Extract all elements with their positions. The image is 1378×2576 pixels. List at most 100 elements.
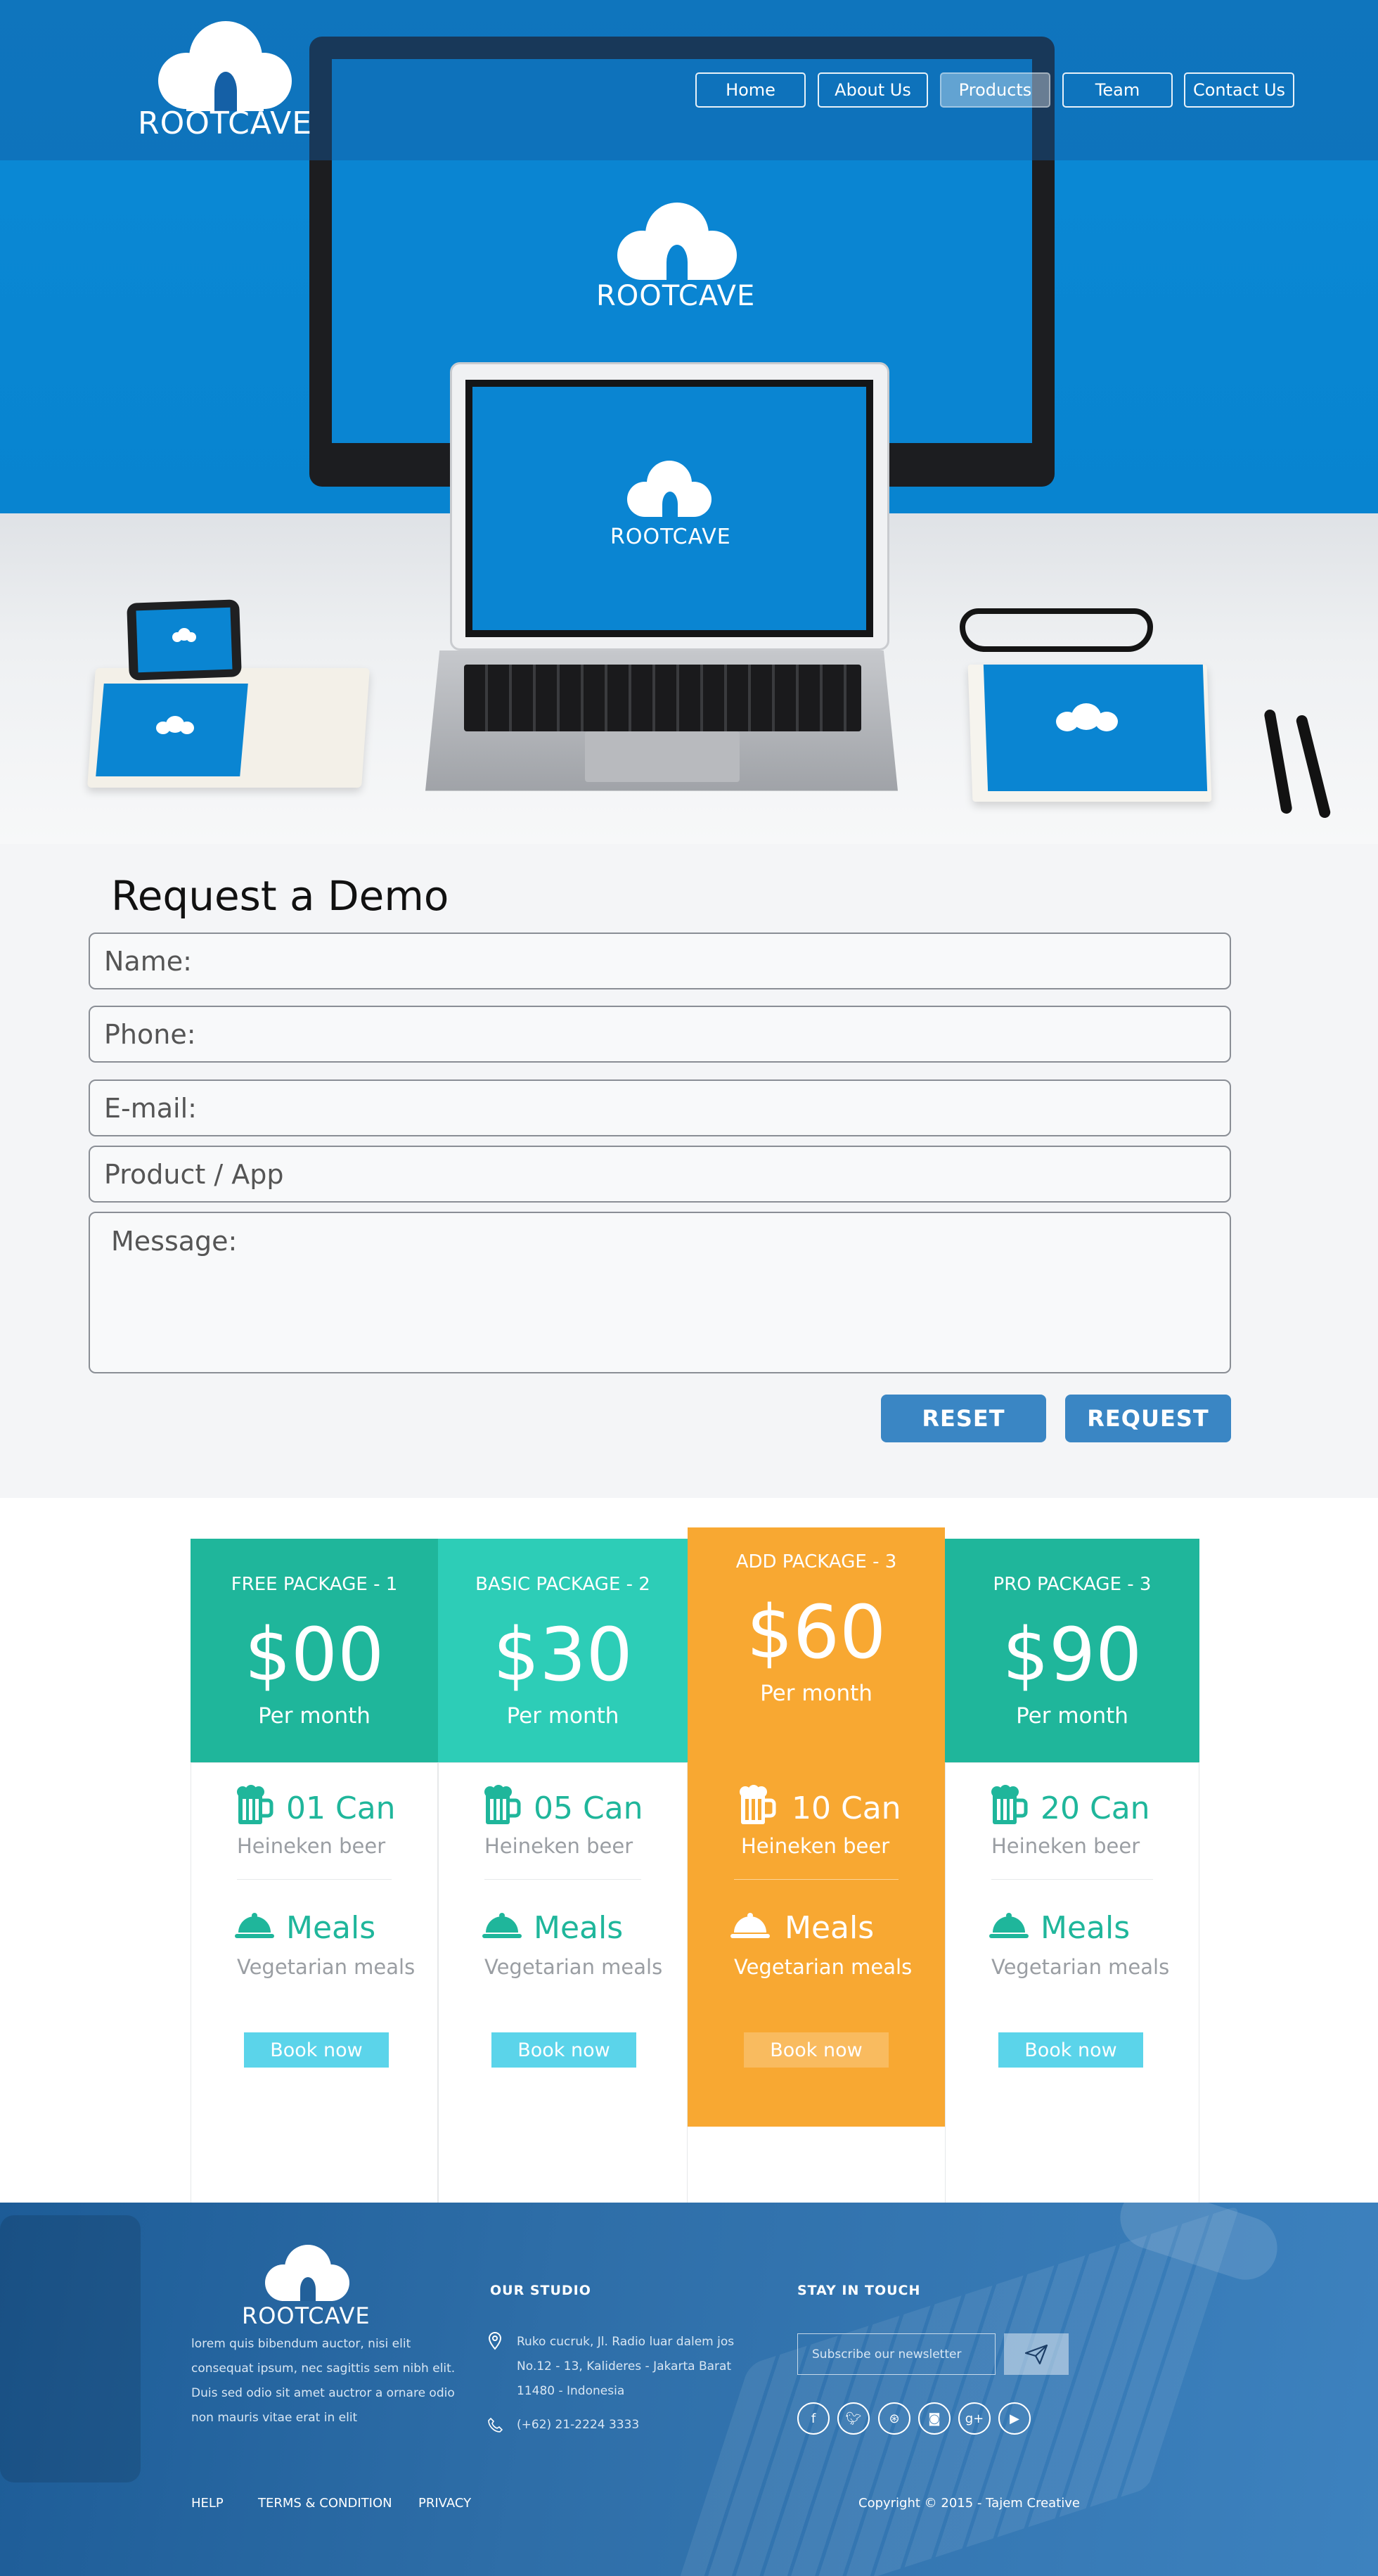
meals-label: Meals: [785, 1910, 875, 1946]
package-price: $90: [1002, 1612, 1142, 1698]
package-title: PRO PACKAGE - 3: [993, 1574, 1152, 1595]
google-plus-icon[interactable]: g+: [958, 2402, 991, 2435]
package-title: ADD PACKAGE - 3: [735, 1551, 897, 1572]
about-line: lorem quis bibendum auctor, nisi elit: [191, 2337, 411, 2351]
phone-field[interactable]: Phone:: [89, 1006, 1231, 1063]
beer-count: 01 Can: [286, 1790, 396, 1826]
pricing-header: BASIC PACKAGE - 2 $30 Per month: [438, 1539, 688, 1762]
beer-label: Heineken beer: [237, 1834, 386, 1858]
feature-divider: [484, 1879, 641, 1880]
meals-label: Meals: [286, 1910, 376, 1946]
nav-contact-us[interactable]: Contact Us: [1184, 72, 1294, 108]
about-line: consequat ipsum, nec sagittis sem nibh e…: [191, 2362, 456, 2376]
studio-phone: (+62) 21-2224 3333: [517, 2418, 640, 2432]
feature-divider: [734, 1879, 899, 1880]
pricing-column: ADD PACKAGE - 3 $60 Per month 10 Can Heineke…: [688, 1527, 945, 2127]
notebook-right-logo-icon: [1056, 703, 1119, 731]
package-period: Per month: [258, 1703, 371, 1729]
pricing-header: PRO PACKAGE - 3 $90 Per month: [945, 1539, 1199, 1762]
beer-count-unit: Can: [583, 1790, 643, 1826]
meals-sublabel: Vegetarian meals: [484, 1955, 663, 1979]
meals-label: Meals: [534, 1910, 624, 1946]
notebook-left-logo-icon: [156, 716, 195, 734]
location-pin-icon: [488, 2332, 502, 2350]
feature-divider: [991, 1879, 1153, 1880]
meal-dish-icon: [989, 1913, 1029, 1938]
logo-icon[interactable]: [158, 21, 292, 111]
meal-dish-icon: [730, 1913, 770, 1938]
beer-count-number: 01: [286, 1790, 326, 1826]
beer-icon: [484, 1785, 521, 1824]
beer-count-number: 05: [534, 1790, 573, 1826]
message-field[interactable]: Message:: [89, 1212, 1231, 1373]
beer-count: 20 Can: [1041, 1790, 1150, 1826]
footer-logo-text[interactable]: ROOTCAVE: [242, 2302, 371, 2329]
address-line: 11480 - Indonesia: [517, 2384, 625, 2398]
laptop-logo-text: ROOTCAVE: [610, 525, 731, 549]
glasses-image: [960, 608, 1153, 652]
footer-link-privacy[interactable]: PRIVACY: [418, 2496, 471, 2511]
meals-sublabel: Vegetarian meals: [991, 1955, 1170, 1979]
newsletter-send-button[interactable]: [1004, 2333, 1069, 2375]
nav-about-us[interactable]: About Us: [818, 72, 928, 108]
twitter-icon[interactable]: 🐦︎: [837, 2402, 870, 2435]
package-period: Per month: [760, 1681, 872, 1706]
beer-count: 05 Can: [534, 1790, 643, 1826]
beer-count-unit: Can: [335, 1790, 396, 1826]
book-now-button[interactable]: Book now: [491, 2032, 636, 2068]
beer-icon: [991, 1785, 1028, 1824]
nav-home[interactable]: Home: [695, 72, 806, 108]
beer-label: Heineken beer: [741, 1834, 890, 1858]
pricing-header: ADD PACKAGE - 3 $60 Per month: [688, 1527, 945, 1738]
instagram-icon[interactable]: ◙: [918, 2402, 951, 2435]
beer-icon: [237, 1785, 273, 1824]
meal-dish-icon: [235, 1913, 274, 1938]
feature-divider: [237, 1879, 392, 1880]
name-field[interactable]: Name:: [89, 933, 1231, 989]
form-title: Request a Demo: [111, 872, 449, 920]
address-line: No.12 - 13, Kalideres - Jakarta Barat: [517, 2359, 732, 2373]
package-price: $30: [493, 1612, 633, 1698]
email-field[interactable]: E-mail:: [89, 1079, 1231, 1136]
newsletter-input[interactable]: Subscribe our newsletter: [797, 2333, 996, 2375]
book-now-button[interactable]: Book now: [998, 2032, 1143, 2068]
nav-products[interactable]: Products: [940, 72, 1050, 108]
dribbble-icon[interactable]: ⊛: [878, 2402, 910, 2435]
footer-link-terms[interactable]: TERMS & CONDITION: [258, 2496, 392, 2511]
meals-sublabel: Vegetarian meals: [734, 1955, 913, 1979]
facebook-icon[interactable]: f: [797, 2402, 830, 2435]
reset-button[interactable]: RESET: [881, 1395, 1046, 1442]
footer-logo-icon[interactable]: [265, 2245, 349, 2301]
about-line: non mauris vitae erat in elit: [191, 2411, 358, 2425]
pricing-header: FREE PACKAGE - 1 $00 Per month: [191, 1539, 438, 1762]
youtube-icon[interactable]: ▶: [998, 2402, 1031, 2435]
request-button[interactable]: REQUEST: [1065, 1395, 1231, 1442]
package-price: $00: [244, 1612, 385, 1698]
package-title: FREE PACKAGE - 1: [231, 1574, 398, 1595]
laptop-keyboard: [464, 665, 861, 731]
studio-heading: OUR STUDIO: [490, 2283, 591, 2298]
footer-pen-cup-image: [0, 2215, 141, 2482]
book-now-button[interactable]: Book now: [244, 2032, 389, 2068]
meals-sublabel: Vegetarian meals: [237, 1955, 416, 1979]
beer-count-number: 20: [1041, 1790, 1080, 1826]
beer-count: 10 Can: [792, 1790, 901, 1826]
book-now-button[interactable]: Book now: [744, 2032, 889, 2068]
stay-in-touch-heading: STAY IN TOUCH: [797, 2283, 921, 2298]
nav-team[interactable]: Team: [1062, 72, 1173, 108]
beer-label: Heineken beer: [991, 1834, 1140, 1858]
about-line: Duis sed odio sit amet auctror a ornare …: [191, 2386, 455, 2400]
package-title: BASIC PACKAGE - 2: [475, 1574, 650, 1595]
phone-logo-icon: [172, 628, 196, 642]
address-line: Ruko cucruk, Jl. Radio luar dalem jos: [517, 2335, 735, 2349]
main-nav: Home About Us Products Team Contact Us: [695, 72, 1294, 108]
package-price: $60: [746, 1589, 887, 1675]
pricing-column: FREE PACKAGE - 1 $00 Per month 01 Can Heinek…: [191, 1539, 438, 2246]
pricing-column: BASIC PACKAGE - 2 $30 Per month 05 Can Heine…: [438, 1539, 688, 2246]
package-period: Per month: [1016, 1703, 1128, 1729]
product-field[interactable]: Product / App: [89, 1146, 1231, 1203]
logo-text[interactable]: ROOTCAVE: [138, 105, 312, 141]
beer-icon: [740, 1785, 776, 1824]
phone-icon: [488, 2417, 503, 2433]
footer-link-help[interactable]: HELP: [191, 2496, 224, 2511]
